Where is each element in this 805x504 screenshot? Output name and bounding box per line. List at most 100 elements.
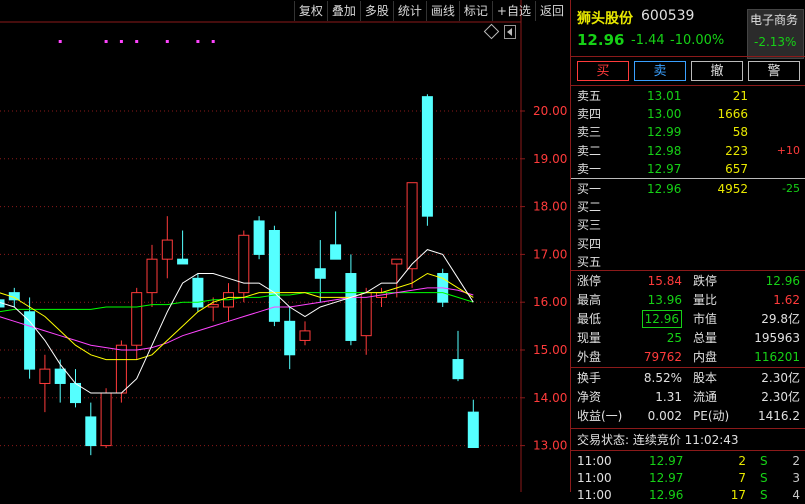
event-marker[interactable]	[135, 40, 139, 43]
candle-body[interactable]	[146, 258, 158, 294]
toolbar-overlay[interactable]: 叠加	[326, 1, 360, 21]
sell-button[interactable]: 卖	[634, 61, 686, 81]
toolbar-add-watchlist[interactable]: +自选	[491, 1, 535, 21]
collapse-button[interactable]	[504, 25, 516, 39]
bid-row[interactable]: 买五	[571, 253, 805, 271]
ask-row[interactable]: 卖四 13.00 1666	[571, 105, 805, 123]
stat-label: 内盘	[693, 350, 718, 364]
y-tick-label: 13.00	[533, 439, 567, 453]
candle-body[interactable]	[284, 320, 296, 356]
event-marker[interactable]	[119, 40, 123, 43]
tick-side: S	[760, 471, 768, 485]
candle-body[interactable]	[115, 344, 127, 394]
y-tick-label: 18.00	[533, 200, 567, 214]
candle-body[interactable]	[360, 292, 372, 337]
stat-value: 25	[666, 331, 682, 345]
candle-body[interactable]	[421, 96, 433, 217]
ma5-line	[0, 249, 474, 394]
stat-value: 29.8亿	[761, 312, 800, 326]
toolbar-multi-stock[interactable]: 多股	[359, 1, 393, 21]
candle-body[interactable]	[406, 182, 418, 270]
candle-body[interactable]	[161, 239, 173, 260]
stat-value: 79762	[643, 350, 682, 364]
y-tick-label: 15.00	[533, 343, 567, 357]
event-marker[interactable]	[211, 40, 215, 43]
candle-body[interactable]	[391, 258, 403, 265]
stat-row: 现量 25 总量 195963	[571, 329, 805, 347]
stat-value: 15.84	[647, 274, 682, 288]
bid-row[interactable]: 买一 12.96 4952 -25	[571, 180, 805, 198]
level-label: 卖二	[577, 143, 602, 158]
level-price: 12.98	[647, 143, 682, 158]
tick-side: S	[760, 454, 768, 468]
ask-row[interactable]: 卖五 13.01 21	[571, 87, 805, 105]
toolbar-statistics[interactable]: 统计	[392, 1, 426, 21]
event-marker[interactable]	[104, 40, 108, 43]
stat-value: 1.62	[773, 293, 800, 307]
stat-label: 收益(一)	[577, 409, 623, 423]
candle-body[interactable]	[24, 311, 36, 370]
level-volume: 21	[732, 89, 748, 103]
chevron-left-icon	[507, 28, 512, 36]
candle-body[interactable]	[54, 368, 66, 384]
candle-body[interactable]	[177, 258, 189, 265]
tick-row: 11:00 12.97 7 S 3	[571, 469, 805, 487]
stat-value: 1.31	[655, 390, 682, 404]
candle-body[interactable]	[467, 411, 479, 449]
tick-price: 12.96	[649, 488, 684, 502]
event-marker[interactable]	[165, 40, 169, 43]
bid-row[interactable]: 买二	[571, 198, 805, 216]
ma10-line	[0, 272, 474, 361]
level-volume: 58	[732, 125, 748, 140]
cancel-order-button[interactable]: 撤	[691, 61, 743, 81]
candle-body[interactable]	[253, 220, 265, 255]
candle-body[interactable]	[314, 268, 326, 279]
candle-body[interactable]	[299, 330, 311, 341]
tick-volume: 7	[738, 471, 746, 485]
stat-value: 2.30亿	[761, 371, 800, 385]
candle-body[interactable]	[100, 392, 112, 447]
ask-row[interactable]: 卖二 12.98 223 +10	[571, 142, 805, 160]
level-price: 13.00	[647, 107, 682, 122]
level-delta: +10	[776, 143, 800, 157]
bid-row[interactable]: 买三	[571, 216, 805, 234]
toolbar-restore-rights[interactable]: 复权	[293, 1, 327, 21]
y-tick-label: 16.00	[533, 295, 567, 309]
candle-body[interactable]	[39, 368, 51, 384]
y-tick-label: 14.00	[533, 391, 567, 405]
level-label: 买一	[577, 182, 602, 196]
ask-row[interactable]: 卖一 12.97 657	[571, 160, 805, 178]
tick-time: 11:00	[577, 488, 612, 502]
candle-body[interactable]	[330, 244, 342, 260]
kline-chart[interactable]: 20.00 19.00 18.00 17.00 16.00 15.00 14.00 13.00	[0, 0, 570, 492]
level-label: 买五	[577, 254, 602, 269]
event-marker[interactable]	[58, 40, 62, 43]
buy-button[interactable]: 买	[577, 61, 629, 81]
candle-body[interactable]	[131, 292, 143, 346]
candle-body[interactable]	[345, 273, 357, 341]
toolbar-draw-line[interactable]: 画线	[425, 1, 459, 21]
candle-body[interactable]	[85, 416, 97, 447]
ask-row[interactable]: 卖三 12.99 58	[571, 123, 805, 141]
stat-row: 最低 12.96 市值 29.8亿	[571, 310, 805, 328]
candle-body[interactable]	[238, 234, 250, 294]
bid-row[interactable]: 买四	[571, 235, 805, 253]
event-marker[interactable]	[196, 40, 200, 43]
level-price: 12.96	[647, 182, 682, 196]
level-label: 卖三	[577, 125, 602, 140]
tick-count: 2	[792, 454, 800, 468]
level-label: 卖五	[577, 89, 602, 103]
alert-button[interactable]: 警	[748, 61, 800, 81]
candle-body[interactable]	[452, 359, 464, 380]
y-tick-label: 17.00	[533, 247, 567, 261]
stock-name: 狮头股份	[577, 11, 633, 27]
stat-label: 跌停	[693, 274, 718, 288]
stat-value: 2.30亿	[761, 390, 800, 404]
toolbar-mark[interactable]: 标记	[458, 1, 492, 21]
stat-value: 1416.2	[758, 409, 800, 423]
stat-label: 最低	[577, 312, 602, 326]
stock-code: 600539	[641, 8, 695, 24]
toolbar-back[interactable]: 返回	[534, 1, 568, 21]
candle-body[interactable]	[70, 382, 81, 404]
last-price: 12.96	[577, 31, 625, 49]
